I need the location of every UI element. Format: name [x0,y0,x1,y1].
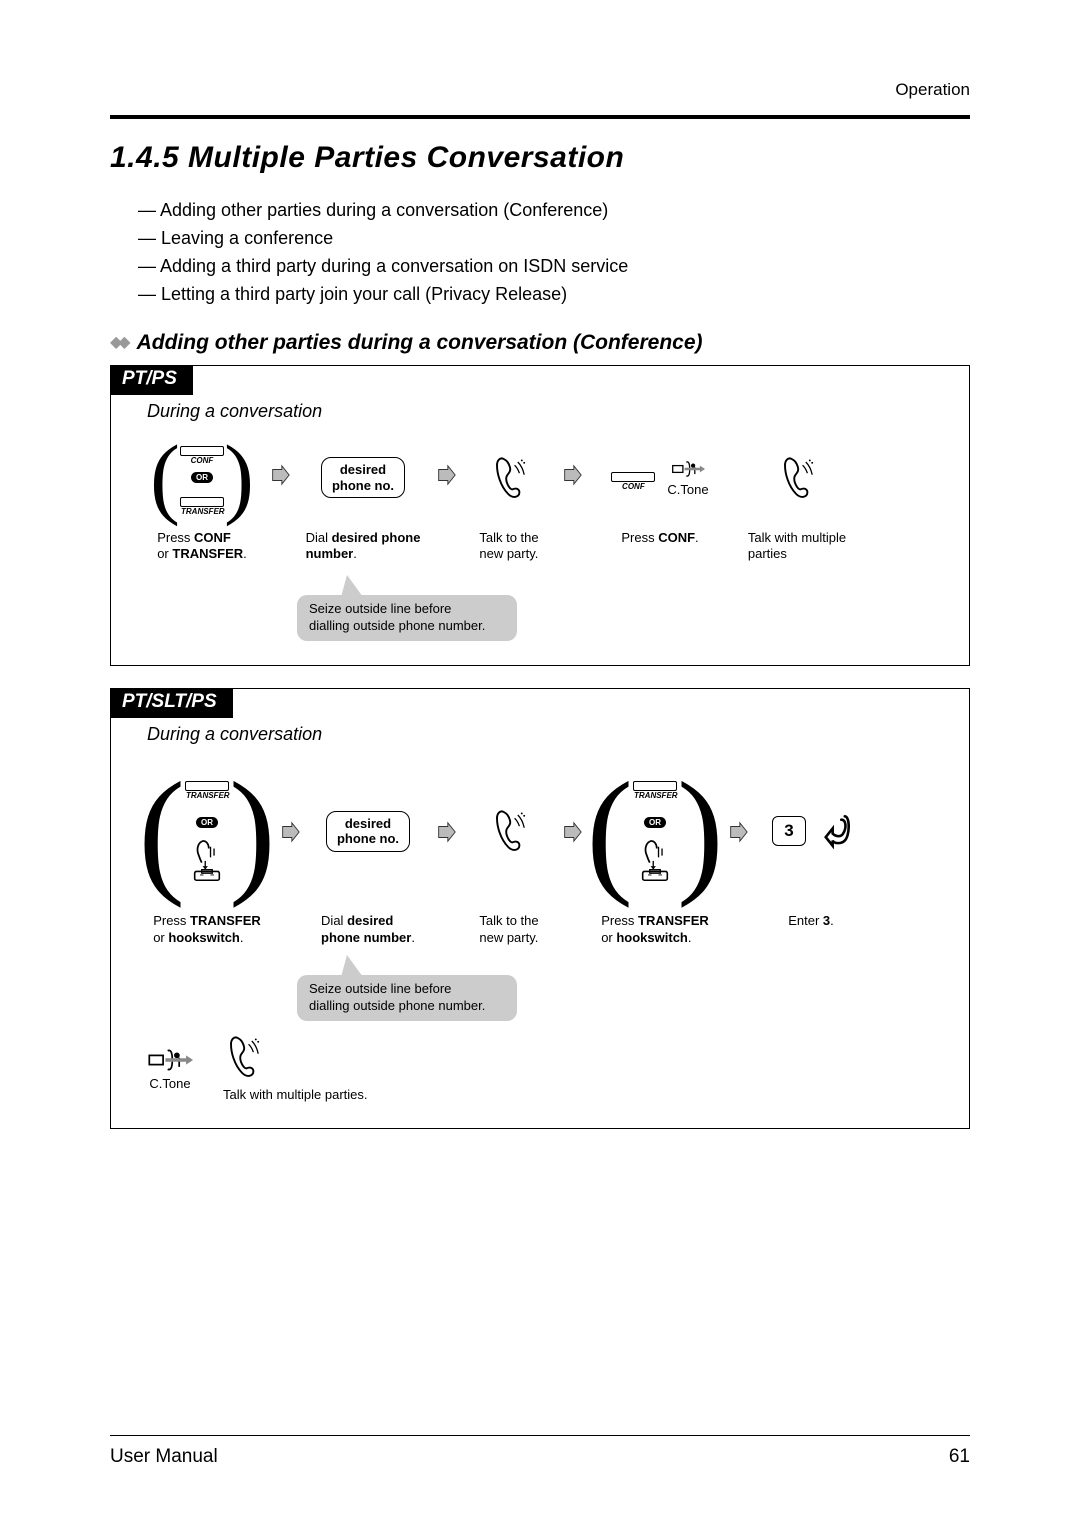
bullet-list: — Adding other parties during a conversa… [138,197,970,309]
or-pill: OR [191,472,213,483]
paren-left-icon: ( [138,793,185,870]
paren-right-icon: ) [677,793,724,870]
paren-left-icon: ( [586,793,633,870]
footer-left: User Manual [110,1446,218,1468]
context-label: During a conversation [147,401,949,422]
callout-note: Seize outside line before dialling outsi… [297,975,517,1021]
callout-note: Seize outside line before dialling outsi… [297,595,517,641]
conf-key-icon: CONF [180,446,224,456]
section-title: 1.4.5 Multiple Parties Conversation [110,141,970,175]
step-caption: Dial desired phone number. [306,530,421,564]
context-label: During a conversation [147,724,949,745]
step-caption: Talk to the new party. [479,913,538,947]
step-caption: Press CONF. [621,530,698,547]
phone-number-box: desired phone no. [321,457,405,498]
hookswitch-icon [637,838,673,882]
or-pill: OR [644,817,666,828]
bullet-item: — Adding a third party during a conversa… [138,253,970,281]
arrow-icon [561,464,583,486]
arrow-icon [435,821,457,843]
ctone-icon [671,458,705,480]
transfer-key-icon: TRANSFER [185,781,229,791]
bullet-item: — Leaving a conference [138,225,970,253]
step-caption: Talk to the new party. [479,530,538,564]
handset-icon [489,807,529,855]
arrow-icon [435,464,457,486]
ctone-label: C.Tone [667,482,708,497]
procedure-box-ptsltps: PT/SLT/PS During a conversation ( TRANSF… [110,688,970,1128]
step-caption: Talk with multiple parties. [223,1087,368,1104]
header-rule [110,115,970,119]
paren-right-icon: ) [229,793,276,870]
transfer-key-icon: TRANSFER [633,781,677,791]
page-number: 61 [949,1446,970,1468]
arrow-icon [269,464,291,486]
procedure-box-ptps: PT/PS During a conversation ( CONF OR TR… [110,365,970,667]
paren-right-icon: ) [224,451,254,505]
arrow-icon [727,821,749,843]
handset-icon [489,454,529,502]
arrow-icon [279,821,301,843]
step-caption: Press TRANSFER or hookswitch. [601,913,709,947]
digit-key: 3 [772,816,806,846]
handset-icon [223,1033,263,1081]
bullet-item: — Adding other parties during a conversa… [138,197,970,225]
handset-icon [777,454,817,502]
phone-number-box: desired phone no. [326,811,410,852]
procedure-tab: PT/PS [110,365,193,395]
step-caption: Talk with multiple parties [748,530,846,564]
transfer-key-icon: TRANSFER [180,497,224,507]
footer-rule [110,1435,970,1436]
bullet-item: — Letting a third party join your call (… [138,281,970,309]
ctone-icon [147,1046,193,1074]
or-pill: OR [196,817,218,828]
arrow-icon [561,821,583,843]
return-arrow-icon [824,811,850,851]
step-caption: Press CONF or TRANSFER. [157,530,247,564]
step-caption: Dial desired phone number. [321,913,415,947]
step-caption: Press TRANSFER or hookswitch. [153,913,261,947]
conf-key-icon: CONF [611,472,655,482]
procedure-tab: PT/SLT/PS [110,688,233,718]
step-caption: Enter 3. [788,913,834,930]
hookswitch-icon [189,838,225,882]
header-section: Operation [110,80,970,100]
page-footer: User Manual 61 [110,1435,970,1468]
sub-heading: Adding other parties during a conversati… [137,331,703,355]
diamond-icon: ◆◆ [110,332,127,352]
paren-left-icon: ( [150,451,180,505]
ctone-label: C.Tone [149,1076,190,1091]
